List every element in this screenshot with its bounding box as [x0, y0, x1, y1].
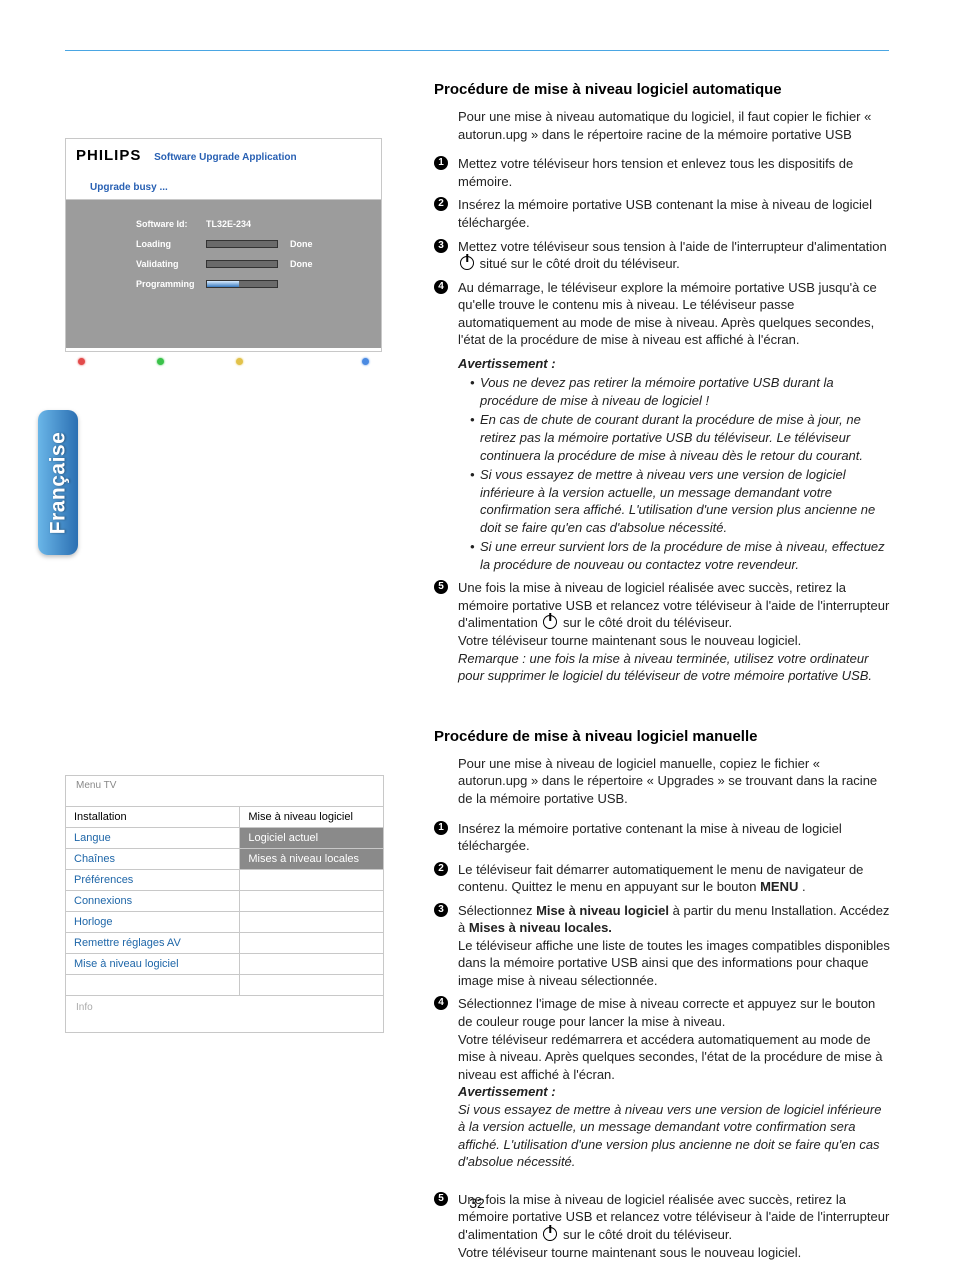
warning-item: En cas de chute de courant durant la pro…	[470, 411, 890, 464]
step-text: Votre téléviseur redémarrera et accédera…	[458, 1032, 883, 1082]
section2-title: Procédure de mise à niveau logiciel manu…	[434, 727, 890, 747]
step-text: .	[802, 879, 806, 894]
step-note: Remarque : une fois la mise à niveau ter…	[458, 651, 872, 684]
menu-right-heading: Mise à niveau logiciel	[240, 807, 383, 827]
loading-label: Loading	[136, 239, 206, 249]
section2-intro: Pour une mise à niveau de logiciel manue…	[458, 755, 890, 808]
menu-footer: Info	[66, 995, 383, 1032]
step-text: Sélectionnez l'image de mise à niveau co…	[458, 996, 875, 1029]
led-yellow	[236, 358, 243, 365]
loading-bar	[206, 240, 278, 248]
menu-item	[240, 954, 383, 974]
step: Sélectionnez Mise à niveau logiciel à pa…	[434, 902, 890, 990]
power-icon	[460, 256, 474, 270]
step: Insérez la mémoire portative contenant l…	[434, 820, 890, 855]
menu-item: Langue	[66, 828, 240, 848]
validating-label: Validating	[136, 259, 206, 269]
upgrade-title: Software Upgrade Application	[154, 152, 296, 163]
warning-text: Si vous essayez de mettre à niveau vers …	[458, 1102, 881, 1170]
step-text: Sélectionnez	[458, 903, 536, 918]
validating-bar	[206, 260, 278, 268]
menu-item: Chaînes	[66, 849, 240, 869]
upgrade-body: Software Id: TL32E-234 Loading Done Vali…	[66, 200, 381, 348]
warning-item: Si vous essayez de mettre à niveau vers …	[470, 466, 890, 536]
step: Mettez votre téléviseur hors tension et …	[434, 155, 890, 190]
text-column: Procédure de mise à niveau logiciel auto…	[434, 80, 890, 1267]
bold: Mises à niveau locales.	[469, 920, 612, 935]
bold: Mise à niveau logiciel	[536, 903, 669, 918]
warning-head: Avertissement :	[458, 1084, 556, 1099]
step: Mettez votre téléviseur sous tension à l…	[434, 238, 890, 273]
menu-item: Remettre réglages AV	[66, 933, 240, 953]
step-text: situé sur le côté droit du téléviseur.	[480, 256, 680, 271]
upgrade-app-figure: PHILIPS Software Upgrade Application Upg…	[65, 138, 382, 352]
upgrade-header: PHILIPS Software Upgrade Application Upg…	[66, 139, 381, 200]
warning-item: Vous ne devez pas retirer la mémoire por…	[470, 374, 890, 409]
top-rule	[65, 50, 889, 51]
step: Sélectionnez l'image de mise à niveau co…	[434, 995, 890, 1170]
menu-item	[240, 975, 383, 995]
philips-logo: PHILIPS	[76, 147, 141, 164]
language-label: Française	[46, 431, 70, 534]
menu-item: Horloge	[66, 912, 240, 932]
validating-done: Done	[290, 259, 320, 269]
upgrade-status: Upgrade busy ...	[90, 182, 168, 193]
tv-menu-figure: Menu TV Installation Mise à niveau logic…	[65, 775, 384, 1033]
menu-item: Logiciel actuel	[240, 828, 383, 848]
step: Au démarrage, le téléviseur explore la m…	[434, 279, 890, 574]
programming-bar	[206, 280, 278, 288]
section1-title: Procédure de mise à niveau logiciel auto…	[434, 80, 890, 100]
warning-list: Vous ne devez pas retirer la mémoire por…	[458, 374, 890, 573]
step-text: sur le côté droit du téléviseur.	[563, 615, 732, 630]
menu-item	[240, 870, 383, 890]
step: Une fois la mise à niveau de logiciel ré…	[434, 579, 890, 684]
power-icon	[543, 1227, 557, 1241]
menu-item	[240, 891, 383, 911]
step-text: Le téléviseur affiche une liste de toute…	[458, 938, 890, 988]
software-id-label: Software Id:	[136, 219, 206, 229]
power-icon	[543, 615, 557, 629]
page-number: 32	[0, 1195, 954, 1211]
software-id-value: TL32E-234	[206, 219, 276, 229]
menu-item	[240, 933, 383, 953]
step: Insérez la mémoire portative USB contena…	[434, 196, 890, 231]
led-row	[66, 348, 381, 374]
menu-item	[66, 975, 240, 995]
led-red	[78, 358, 85, 365]
step-text: Votre téléviseur tourne maintenant sous …	[458, 1245, 801, 1260]
led-green	[157, 358, 164, 365]
warning-head: Avertissement :	[458, 355, 890, 373]
step: Le téléviseur fait démarrer automatiquem…	[434, 861, 890, 896]
menu-left-heading: Installation	[66, 807, 240, 827]
led-blue	[362, 358, 369, 365]
loading-done: Done	[290, 239, 320, 249]
step-text: Mettez votre téléviseur sous tension à l…	[458, 239, 887, 254]
menu-item: Mise à niveau logiciel	[66, 954, 240, 974]
menu-header: Menu TV	[66, 776, 383, 806]
programming-label: Programming	[136, 279, 206, 289]
step-text: Votre téléviseur tourne maintenant sous …	[458, 633, 801, 648]
menu-keyword: MENU	[760, 879, 798, 894]
step-text: Au démarrage, le téléviseur explore la m…	[458, 280, 877, 348]
language-tab: Française	[38, 410, 78, 555]
menu-item	[240, 912, 383, 932]
warning-item: Si une erreur survient lors de la procéd…	[470, 538, 890, 573]
section1-steps: Mettez votre téléviseur hors tension et …	[434, 155, 890, 684]
menu-item: Mises à niveau locales	[240, 849, 383, 869]
menu-item: Connexions	[66, 891, 240, 911]
menu-item: Préférences	[66, 870, 240, 890]
section1-intro: Pour une mise à niveau automatique du lo…	[458, 108, 890, 143]
